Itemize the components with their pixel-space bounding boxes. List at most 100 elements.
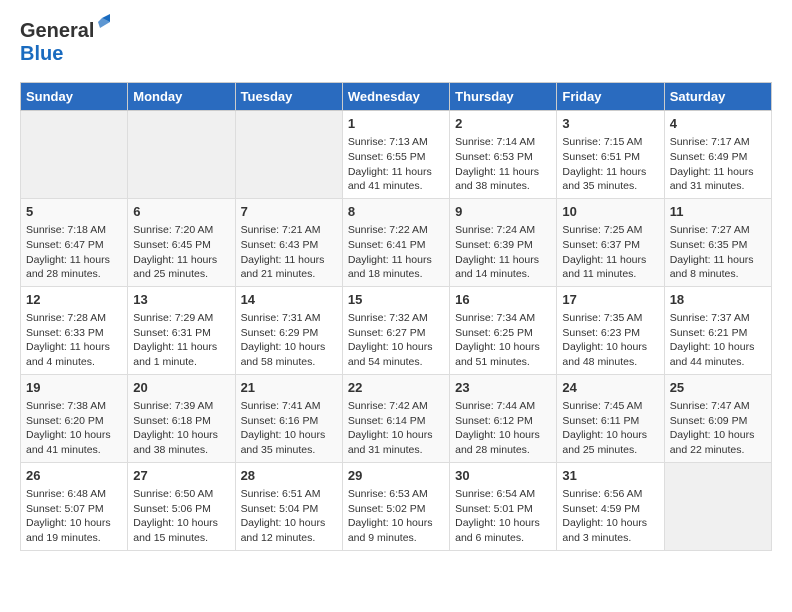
day-info: Sunrise: 6:48 AM Sunset: 5:07 PM Dayligh… <box>26 487 122 546</box>
day-number: 12 <box>26 291 122 309</box>
day-info: Sunrise: 7:25 AM Sunset: 6:37 PM Dayligh… <box>562 223 658 282</box>
day-cell: 15 Sunrise: 7:32 AM Sunset: 6:27 PM Dayli… <box>342 286 449 374</box>
day-info: Sunrise: 7:27 AM Sunset: 6:35 PM Dayligh… <box>670 223 766 282</box>
day-info: Sunrise: 7:42 AM Sunset: 6:14 PM Dayligh… <box>348 399 444 458</box>
day-number: 2 <box>455 115 551 133</box>
day-number: 5 <box>26 203 122 221</box>
day-number: 15 <box>348 291 444 309</box>
day-cell: 28 Sunrise: 6:51 AM Sunset: 5:04 PM Dayli… <box>235 462 342 550</box>
day-cell: 17Sunrise: 7:35 AM Sunset: 6:23 PM Dayli… <box>557 286 664 374</box>
calendar-header-row: SundayMondayTuesdayWednesdayThursdayFrid… <box>21 83 772 111</box>
day-cell: 26Sunrise: 6:48 AM Sunset: 5:07 PM Dayli… <box>21 462 128 550</box>
day-info: Sunrise: 7:44 AM Sunset: 6:12 PM Dayligh… <box>455 399 551 458</box>
calendar-body: 1 Sunrise: 7:13 AM Sunset: 6:55 PM Daylig… <box>21 111 772 551</box>
header-thursday: Thursday <box>450 83 557 111</box>
day-cell: 30 Sunrise: 6:54 AM Sunset: 5:01 PM Dayli… <box>450 462 557 550</box>
day-number: 30 <box>455 467 551 485</box>
day-cell <box>128 111 235 199</box>
week-row-5: 26Sunrise: 6:48 AM Sunset: 5:07 PM Dayli… <box>21 462 772 550</box>
day-cell: 16 Sunrise: 7:34 AM Sunset: 6:25 PM Dayli… <box>450 286 557 374</box>
day-info: Sunrise: 7:13 AM Sunset: 6:55 PM Dayligh… <box>348 135 444 194</box>
day-number: 24 <box>562 379 658 397</box>
calendar-table: SundayMondayTuesdayWednesdayThursdayFrid… <box>20 82 772 551</box>
day-cell: 18 Sunrise: 7:37 AM Sunset: 6:21 PM Dayli… <box>664 286 771 374</box>
day-cell: 5Sunrise: 7:18 AM Sunset: 6:47 PM Daylig… <box>21 198 128 286</box>
day-cell: 11 Sunrise: 7:27 AM Sunset: 6:35 PM Dayli… <box>664 198 771 286</box>
day-cell: 19 Sunrise: 7:38 AM Sunset: 6:20 PM Dayli… <box>21 374 128 462</box>
day-info: Sunrise: 7:47 AM Sunset: 6:09 PM Dayligh… <box>670 399 766 458</box>
week-row-4: 19 Sunrise: 7:38 AM Sunset: 6:20 PM Dayli… <box>21 374 772 462</box>
day-cell: 21Sunrise: 7:41 AM Sunset: 6:16 PM Dayli… <box>235 374 342 462</box>
day-number: 16 <box>455 291 551 309</box>
day-number: 3 <box>562 115 658 133</box>
day-cell <box>21 111 128 199</box>
day-number: 28 <box>241 467 337 485</box>
header-tuesday: Tuesday <box>235 83 342 111</box>
day-info: Sunrise: 6:50 AM Sunset: 5:06 PM Dayligh… <box>133 487 229 546</box>
header-saturday: Saturday <box>664 83 771 111</box>
day-number: 31 <box>562 467 658 485</box>
day-number: 19 <box>26 379 122 397</box>
day-number: 6 <box>133 203 229 221</box>
day-info: Sunrise: 7:32 AM Sunset: 6:27 PM Dayligh… <box>348 311 444 370</box>
day-info: Sunrise: 7:34 AM Sunset: 6:25 PM Dayligh… <box>455 311 551 370</box>
day-info: Sunrise: 7:29 AM Sunset: 6:31 PM Dayligh… <box>133 311 229 370</box>
day-number: 7 <box>241 203 337 221</box>
day-info: Sunrise: 7:38 AM Sunset: 6:20 PM Dayligh… <box>26 399 122 458</box>
day-info: Sunrise: 7:24 AM Sunset: 6:39 PM Dayligh… <box>455 223 551 282</box>
week-row-1: 1 Sunrise: 7:13 AM Sunset: 6:55 PM Daylig… <box>21 111 772 199</box>
week-row-2: 5Sunrise: 7:18 AM Sunset: 6:47 PM Daylig… <box>21 198 772 286</box>
day-cell: 22 Sunrise: 7:42 AM Sunset: 6:14 PM Dayli… <box>342 374 449 462</box>
page-header: General Blue <box>20 20 772 66</box>
day-number: 4 <box>670 115 766 133</box>
day-info: Sunrise: 6:53 AM Sunset: 5:02 PM Dayligh… <box>348 487 444 546</box>
day-number: 17 <box>562 291 658 309</box>
day-number: 18 <box>670 291 766 309</box>
day-cell: 27 Sunrise: 6:50 AM Sunset: 5:06 PM Dayli… <box>128 462 235 550</box>
day-number: 29 <box>348 467 444 485</box>
day-number: 20 <box>133 379 229 397</box>
day-number: 21 <box>241 379 337 397</box>
day-info: Sunrise: 7:20 AM Sunset: 6:45 PM Dayligh… <box>133 223 229 282</box>
day-cell: 7 Sunrise: 7:21 AM Sunset: 6:43 PM Daylig… <box>235 198 342 286</box>
day-number: 22 <box>348 379 444 397</box>
day-number: 14 <box>241 291 337 309</box>
day-number: 11 <box>670 203 766 221</box>
day-info: Sunrise: 6:56 AM Sunset: 4:59 PM Dayligh… <box>562 487 658 546</box>
header-monday: Monday <box>128 83 235 111</box>
day-cell <box>664 462 771 550</box>
week-row-3: 12 Sunrise: 7:28 AM Sunset: 6:33 PM Dayli… <box>21 286 772 374</box>
day-number: 9 <box>455 203 551 221</box>
day-number: 8 <box>348 203 444 221</box>
day-info: Sunrise: 7:28 AM Sunset: 6:33 PM Dayligh… <box>26 311 122 370</box>
day-cell: 31 Sunrise: 6:56 AM Sunset: 4:59 PM Dayli… <box>557 462 664 550</box>
day-cell: 4 Sunrise: 7:17 AM Sunset: 6:49 PM Daylig… <box>664 111 771 199</box>
day-info: Sunrise: 7:45 AM Sunset: 6:11 PM Dayligh… <box>562 399 658 458</box>
logo-blue: Blue <box>20 43 63 65</box>
day-number: 10 <box>562 203 658 221</box>
day-cell: 9 Sunrise: 7:24 AM Sunset: 6:39 PM Daylig… <box>450 198 557 286</box>
day-cell: 2Sunrise: 7:14 AM Sunset: 6:53 PM Daylig… <box>450 111 557 199</box>
day-cell: 12 Sunrise: 7:28 AM Sunset: 6:33 PM Dayli… <box>21 286 128 374</box>
day-number: 1 <box>348 115 444 133</box>
day-number: 25 <box>670 379 766 397</box>
day-info: Sunrise: 7:17 AM Sunset: 6:49 PM Dayligh… <box>670 135 766 194</box>
day-cell: 10 Sunrise: 7:25 AM Sunset: 6:37 PM Dayli… <box>557 198 664 286</box>
day-info: Sunrise: 6:51 AM Sunset: 5:04 PM Dayligh… <box>241 487 337 546</box>
day-info: Sunrise: 7:21 AM Sunset: 6:43 PM Dayligh… <box>241 223 337 282</box>
logo: General Blue <box>20 20 94 66</box>
day-cell: 3 Sunrise: 7:15 AM Sunset: 6:51 PM Daylig… <box>557 111 664 199</box>
day-number: 13 <box>133 291 229 309</box>
header-wednesday: Wednesday <box>342 83 449 111</box>
day-number: 27 <box>133 467 229 485</box>
day-cell: 14Sunrise: 7:31 AM Sunset: 6:29 PM Dayli… <box>235 286 342 374</box>
day-cell: 23Sunrise: 7:44 AM Sunset: 6:12 PM Dayli… <box>450 374 557 462</box>
day-cell: 20 Sunrise: 7:39 AM Sunset: 6:18 PM Dayli… <box>128 374 235 462</box>
day-info: Sunrise: 7:15 AM Sunset: 6:51 PM Dayligh… <box>562 135 658 194</box>
day-info: Sunrise: 7:39 AM Sunset: 6:18 PM Dayligh… <box>133 399 229 458</box>
day-info: Sunrise: 6:54 AM Sunset: 5:01 PM Dayligh… <box>455 487 551 546</box>
day-cell: 24 Sunrise: 7:45 AM Sunset: 6:11 PM Dayli… <box>557 374 664 462</box>
day-info: Sunrise: 7:37 AM Sunset: 6:21 PM Dayligh… <box>670 311 766 370</box>
day-cell: 1 Sunrise: 7:13 AM Sunset: 6:55 PM Daylig… <box>342 111 449 199</box>
day-cell: 8Sunrise: 7:22 AM Sunset: 6:41 PM Daylig… <box>342 198 449 286</box>
